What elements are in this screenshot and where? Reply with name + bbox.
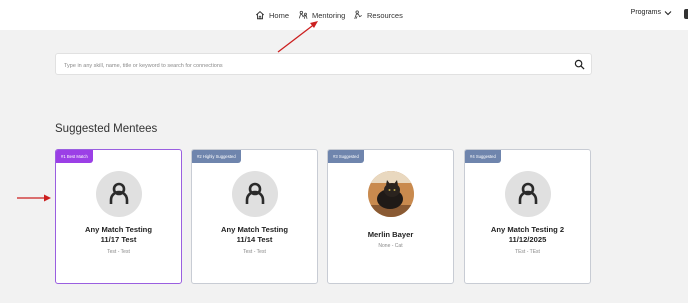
home-icon	[255, 11, 265, 20]
match-badge: #4 Suggested	[465, 150, 501, 163]
annotation-arrow-card	[17, 194, 51, 202]
match-badge: #2 Highly Suggested	[192, 150, 241, 163]
match-badge: #3 Suggested	[328, 150, 364, 163]
mentee-name: Any Match Testing 2 11/12/2025	[490, 225, 565, 244]
mentee-subtitle: Test - Test	[107, 249, 130, 255]
avatar	[368, 171, 414, 217]
mentee-card[interactable]: #4 Suggested Any Match Testing 2 11/12/2…	[464, 149, 591, 284]
mentee-subtitle: Test - Test	[243, 249, 266, 255]
nav-resources[interactable]: Resources	[353, 8, 403, 22]
match-badge: #1 Best Match	[56, 150, 93, 163]
programs-dropdown[interactable]: Programs	[631, 9, 672, 16]
avatar	[232, 171, 278, 217]
search-input[interactable]	[62, 58, 556, 74]
mentee-name: Merlin Bayer	[367, 230, 414, 239]
programs-label: Programs	[630, 9, 661, 16]
placeholder-person-icon	[245, 182, 265, 204]
avatar	[96, 171, 142, 217]
placeholder-person-icon	[109, 182, 129, 204]
avatar	[505, 171, 551, 217]
mentee-card[interactable]: #3 Suggested Merlin Bayer None - Cat	[327, 149, 454, 284]
mentee-card[interactable]: #2 Highly Suggested Any Match Testing 11…	[191, 149, 318, 284]
search-icon[interactable]	[574, 59, 585, 70]
resources-icon	[354, 10, 362, 19]
nav-resources-label: Resources	[367, 10, 403, 20]
chevron-down-icon	[664, 10, 672, 15]
top-navbar: Home Mentoring Resources Programs	[0, 0, 688, 30]
annotation-arrow-mentoring	[277, 21, 318, 53]
mentee-name: Any Match Testing 11/14 Test	[221, 225, 288, 244]
user-menu-icon[interactable]	[684, 9, 688, 19]
mentee-subtitle: None - Cat	[378, 243, 403, 249]
placeholder-person-icon	[518, 182, 538, 204]
section-title: Suggested Mentees	[55, 123, 158, 135]
search-bar	[55, 53, 592, 75]
cat-photo	[368, 171, 414, 217]
mentee-name: Any Match Testing 11/17 Test	[85, 225, 152, 244]
mentee-subtitle: TEst - TEst	[515, 249, 540, 255]
mentee-card[interactable]: #1 Best Match Any Match Testing 11/17 Te…	[55, 149, 182, 284]
